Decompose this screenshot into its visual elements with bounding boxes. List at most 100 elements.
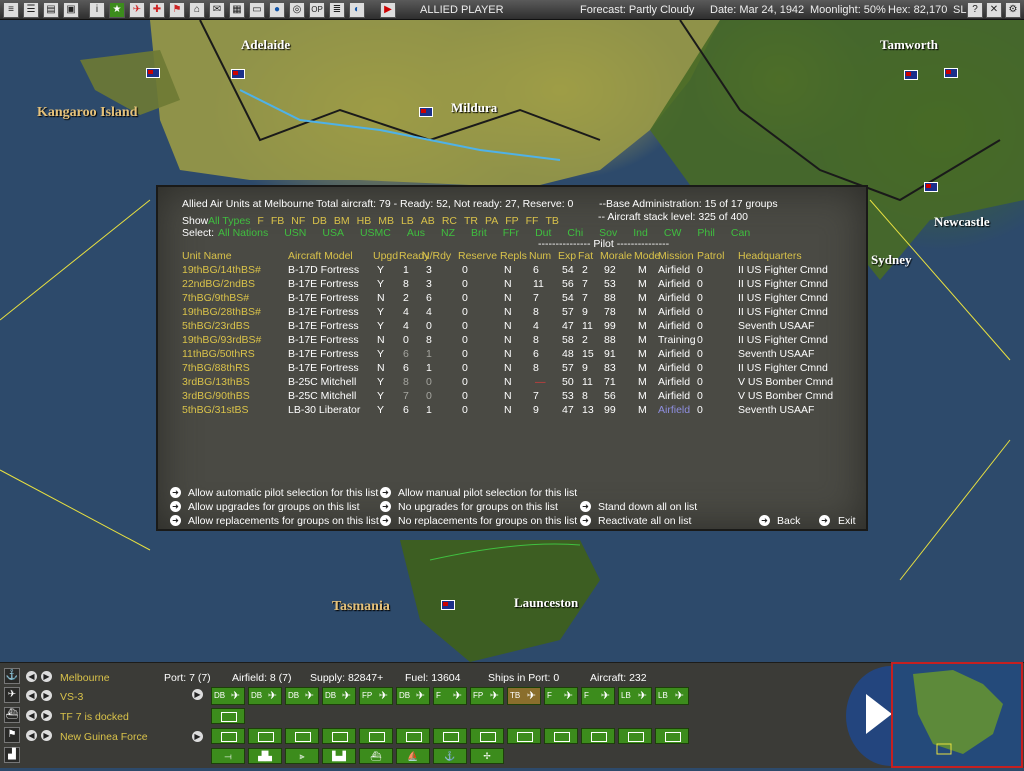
air-group-counter[interactable]: DB <box>285 687 319 705</box>
type-filter-9[interactable]: AB <box>421 215 435 227</box>
menu-icon[interactable]: ≡ <box>3 2 19 18</box>
land-unit-counter[interactable] <box>211 728 245 744</box>
base-flag-icon[interactable] <box>944 68 958 78</box>
type-filter-12[interactable]: PA <box>485 215 498 227</box>
land-unit-counter[interactable] <box>581 728 615 744</box>
back-arrow-icon[interactable]: ➜ <box>759 515 770 526</box>
unit-name-cell[interactable]: 7thBG/88thRS <box>182 362 250 374</box>
exit-arrow-icon[interactable]: ➜ <box>819 515 830 526</box>
unit-name-cell[interactable]: 3rdBG/13thBS <box>182 376 250 388</box>
expand-land-icon[interactable]: ▶ <box>192 731 203 742</box>
unit-name-cell[interactable]: 3rdBG/90thBS <box>182 390 250 402</box>
equipment-counter[interactable]: ✢ <box>470 748 504 764</box>
unit-name-cell[interactable]: 5thBG/23rdBS <box>182 320 250 332</box>
base-flag-icon[interactable] <box>924 182 938 192</box>
air-group-counter[interactable]: DB <box>211 687 245 705</box>
base-flag-icon[interactable] <box>146 68 160 78</box>
next-base-icon[interactable]: ▶ <box>41 671 52 682</box>
base-flag-icon[interactable] <box>231 69 245 79</box>
play-icon[interactable]: ▶ <box>380 2 396 18</box>
air-group-counter[interactable]: FP <box>359 687 393 705</box>
base-icon[interactable]: ⚓ <box>4 668 20 684</box>
equipment-counter[interactable]: ⟞ <box>211 748 245 764</box>
air-group-counter[interactable]: TB <box>507 687 541 705</box>
allow-upgrades-option[interactable]: Allow upgrades for groups on this list <box>188 501 360 513</box>
column-header[interactable]: Mission <box>658 250 694 262</box>
prev-tf-icon[interactable]: ◀ <box>26 710 37 721</box>
air-group-counter[interactable]: F <box>544 687 578 705</box>
city-launceston[interactable]: Launceston <box>514 595 578 611</box>
help-icon[interactable]: ? <box>967 2 983 18</box>
nation-filter-7[interactable]: FFr <box>503 227 519 239</box>
column-header[interactable]: Reserve <box>458 250 497 262</box>
land-unit-counter[interactable] <box>655 728 689 744</box>
type-filter-0[interactable]: All Types <box>208 215 250 227</box>
city-newcastle[interactable]: Newcastle <box>934 214 990 230</box>
target-icon[interactable]: ◎ <box>289 2 305 18</box>
land-unit-counter[interactable] <box>433 728 467 744</box>
nation-filter-5[interactable]: NZ <box>441 227 455 239</box>
type-filter-13[interactable]: FP <box>505 215 518 227</box>
air-group-counter[interactable]: FP <box>470 687 504 705</box>
type-filter-11[interactable]: TR <box>464 215 478 227</box>
air-group-counter[interactable]: DB <box>396 687 430 705</box>
land-unit-counter[interactable] <box>396 728 430 744</box>
city-tamworth[interactable]: Tamworth <box>880 37 938 53</box>
equipment-counter[interactable]: ⫸ <box>285 748 319 764</box>
equipment-counter[interactable]: ▙▟ <box>322 748 356 764</box>
air-group-counter[interactable]: F <box>433 687 467 705</box>
equipment-counter[interactable]: ▟▙ <box>248 748 282 764</box>
nation-filter-3[interactable]: USMC <box>360 227 391 239</box>
reactivate-option[interactable]: Reactivate all on list <box>598 515 691 527</box>
base-icon[interactable]: ▦ <box>229 2 245 18</box>
tf-status[interactable]: TF 7 is docked <box>60 711 129 723</box>
expand-air-icon[interactable]: ▶ <box>192 689 203 700</box>
ship-icon[interactable]: ⛴ <box>4 707 20 723</box>
land-unit-counter[interactable] <box>544 728 578 744</box>
prev-land-icon[interactable]: ◀ <box>26 730 37 741</box>
type-filter-8[interactable]: LB <box>401 215 414 227</box>
type-filter-3[interactable]: NF <box>291 215 305 227</box>
air-group-counter[interactable]: DB <box>248 687 282 705</box>
column-header[interactable]: Aircraft Model <box>288 250 353 262</box>
column-header[interactable]: Patrol <box>697 250 724 262</box>
land-unit-counter[interactable] <box>507 728 541 744</box>
equipment-counter[interactable]: ⛵ <box>396 748 430 764</box>
globe-icon[interactable]: ● <box>269 2 285 18</box>
unit-name-cell[interactable]: 5thBG/31stBS <box>182 404 249 416</box>
stand-down-option[interactable]: Stand down all on list <box>598 501 697 513</box>
type-filter-5[interactable]: BM <box>334 215 350 227</box>
list-view-icon[interactable]: ≣ <box>329 2 345 18</box>
city-mildura[interactable]: Mildura <box>451 100 497 116</box>
column-header[interactable]: Repls <box>500 250 527 262</box>
unit-name-cell[interactable]: 19thBG/14thBS# <box>182 264 261 276</box>
air-group-icon[interactable]: ✈ <box>4 687 20 703</box>
report-icon[interactable]: ▭ <box>249 2 265 18</box>
nation-filter-2[interactable]: USA <box>322 227 344 239</box>
unit-name-cell[interactable]: 22ndBG/2ndBS <box>182 278 255 290</box>
column-header[interactable]: Upgd <box>373 250 398 262</box>
allow-replacements-option[interactable]: Allow replacements for groups on this li… <box>188 515 379 527</box>
air-group-counter[interactable]: DB <box>322 687 356 705</box>
back-button[interactable]: Back <box>777 515 800 527</box>
type-filter-6[interactable]: HB <box>357 215 372 227</box>
column-header[interactable]: Headquarters <box>738 250 802 262</box>
land-unit-name[interactable]: New Guinea Force <box>60 731 148 743</box>
prev-base-icon[interactable]: ◀ <box>26 671 37 682</box>
info-icon[interactable]: i <box>89 2 105 18</box>
land-unit-counter[interactable] <box>248 728 282 744</box>
op-icon[interactable]: OP <box>309 2 325 18</box>
base-flag-icon[interactable] <box>904 70 918 80</box>
no-replacements-option[interactable]: No replacements for groups on this list <box>398 515 577 527</box>
column-header[interactable]: Fat <box>578 250 593 262</box>
nation-filter-0[interactable]: All Nations <box>218 227 268 239</box>
auto-pilot-option[interactable]: Allow automatic pilot selection for this… <box>188 487 378 499</box>
column-header[interactable]: N/Rdy <box>422 250 451 262</box>
land-unit-counter[interactable] <box>322 728 356 744</box>
type-filter-14[interactable]: FF <box>526 215 539 227</box>
column-header[interactable]: Exp <box>558 250 576 262</box>
air-group-counter[interactable]: F <box>581 687 615 705</box>
next-land-icon[interactable]: ▶ <box>41 730 52 741</box>
prev-air-icon[interactable]: ◀ <box>26 690 37 701</box>
type-filter-1[interactable]: F <box>257 215 263 227</box>
